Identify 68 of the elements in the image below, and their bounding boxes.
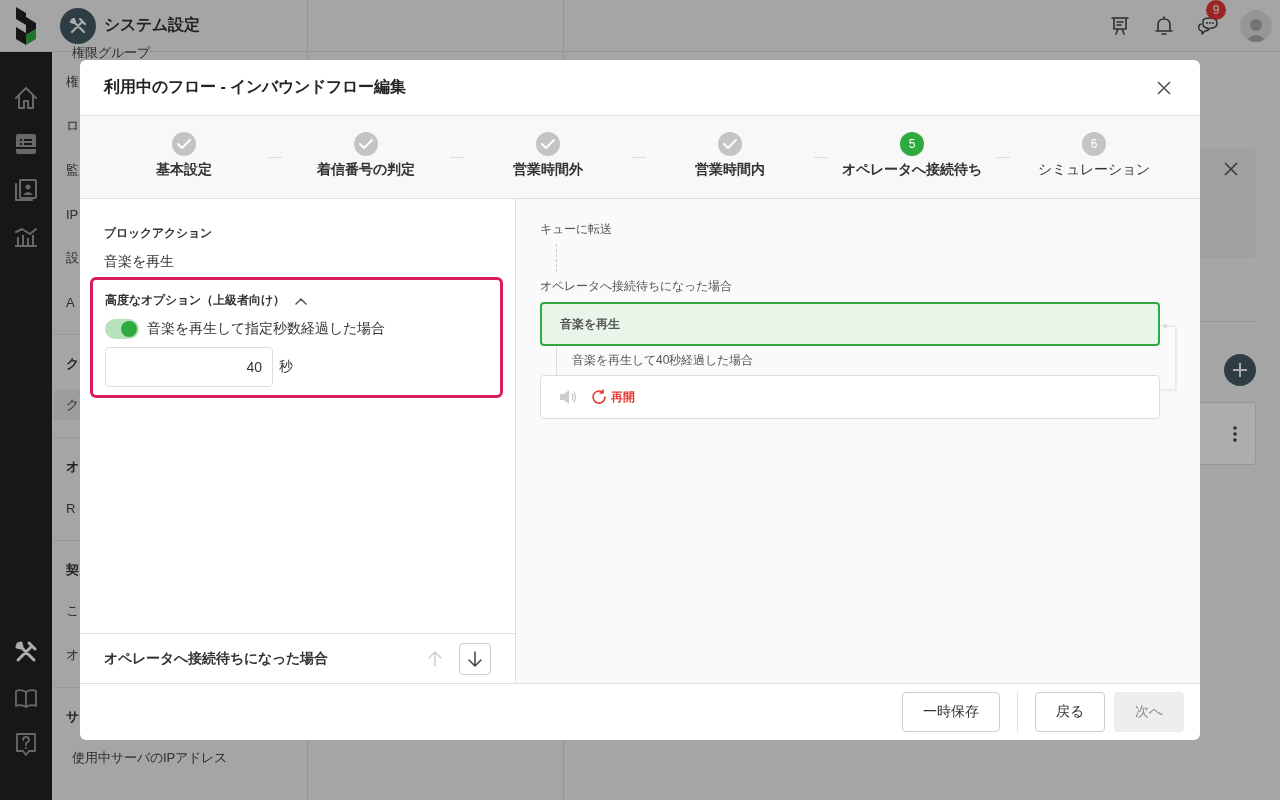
menu-item[interactable]: IP	[66, 206, 79, 222]
speaker-icon	[559, 389, 577, 405]
check-icon	[541, 138, 555, 150]
plus-icon	[1232, 362, 1248, 378]
contact-card-icon[interactable]	[14, 178, 38, 202]
seconds-input-field[interactable]: 40	[105, 347, 273, 387]
menu-item[interactable]: 権	[66, 73, 79, 91]
page-title: システム設定	[104, 15, 200, 35]
menu-item[interactable]: 設	[66, 249, 79, 267]
step-indicator: 5	[900, 132, 924, 156]
tools-icon	[69, 16, 87, 35]
dialog-title: 利用中のフロー - インバウンドフロー編集	[104, 77, 407, 97]
logo-icon[interactable]	[14, 6, 38, 45]
step-label: 着信番号の判定	[317, 161, 415, 179]
menu-item-label: ク	[66, 396, 79, 414]
resume-label: 再開	[611, 388, 635, 406]
menu-item[interactable]: ロ	[66, 117, 79, 135]
book-icon[interactable]	[14, 687, 38, 709]
arrow-up-icon	[428, 650, 442, 667]
close-icon	[1156, 79, 1172, 96]
section-header: サ	[66, 708, 79, 726]
notification-badge: 9	[1206, 0, 1226, 20]
menu-item[interactable]: R	[66, 500, 76, 516]
home-icon[interactable]	[13, 85, 39, 111]
flow-block[interactable]: 音楽を再生	[540, 302, 1160, 346]
chat-icon[interactable]	[1197, 15, 1219, 36]
menu-item[interactable]: 使用中サーバのIPアドレス	[72, 749, 228, 767]
step-label: オペレータへ接続待ち	[842, 161, 982, 179]
section-header: 契	[66, 561, 79, 579]
move-down-button[interactable]	[459, 642, 491, 675]
flow-label: オペレータへ接続待ちになった場合	[540, 278, 733, 295]
kebab-menu-icon[interactable]	[1233, 425, 1237, 442]
close-icon[interactable]	[1224, 162, 1238, 176]
block-title: オペレータへ接続待ちになった場合	[104, 649, 329, 668]
presentation-board-icon[interactable]	[1110, 15, 1130, 36]
tools-icon[interactable]	[14, 640, 38, 664]
toggle-label: 音楽を再生して指定秒数経過した場合	[147, 320, 385, 338]
check-icon	[359, 138, 373, 150]
bell-icon[interactable]	[1155, 15, 1173, 36]
footer-button[interactable]: 戻る	[1035, 692, 1105, 732]
step-label: シミュレーション	[1038, 161, 1150, 179]
step-label: 営業時間外	[513, 161, 583, 179]
check-icon	[177, 138, 191, 150]
flow-label: キューに転送	[540, 221, 613, 238]
menu-item[interactable]: 監	[66, 161, 79, 179]
step-indicator: 6	[1082, 132, 1106, 156]
flow-block[interactable]: 再開	[540, 375, 1160, 419]
menu-item[interactable]: オ	[66, 646, 79, 664]
check-icon	[723, 138, 737, 150]
advanced-options-toggle[interactable]: 高度なオプション（上級者向け）	[105, 292, 307, 309]
step-label: 営業時間内	[695, 161, 765, 179]
section-label: ブロックアクション	[104, 225, 213, 242]
section-header: オ	[66, 458, 79, 476]
step-label: 基本設定	[156, 161, 212, 179]
loop-connector	[1160, 324, 1178, 392]
help-icon[interactable]	[14, 731, 38, 757]
arrow-down-icon	[468, 650, 482, 667]
section-header: ク	[66, 355, 79, 373]
menu-item[interactable]: 権限グループ	[72, 45, 150, 60]
footer-button[interactable]: 一時保存	[902, 692, 1000, 732]
unit-label: 秒	[279, 358, 293, 376]
toggle-switch[interactable]	[105, 319, 139, 339]
refresh-icon	[591, 389, 607, 405]
menu-item[interactable]: こ	[66, 602, 79, 620]
list-icon[interactable]	[14, 132, 38, 156]
action-name: 音楽を再生	[104, 253, 175, 271]
menu-item[interactable]: A	[66, 294, 75, 310]
add-button[interactable]	[1224, 354, 1256, 386]
